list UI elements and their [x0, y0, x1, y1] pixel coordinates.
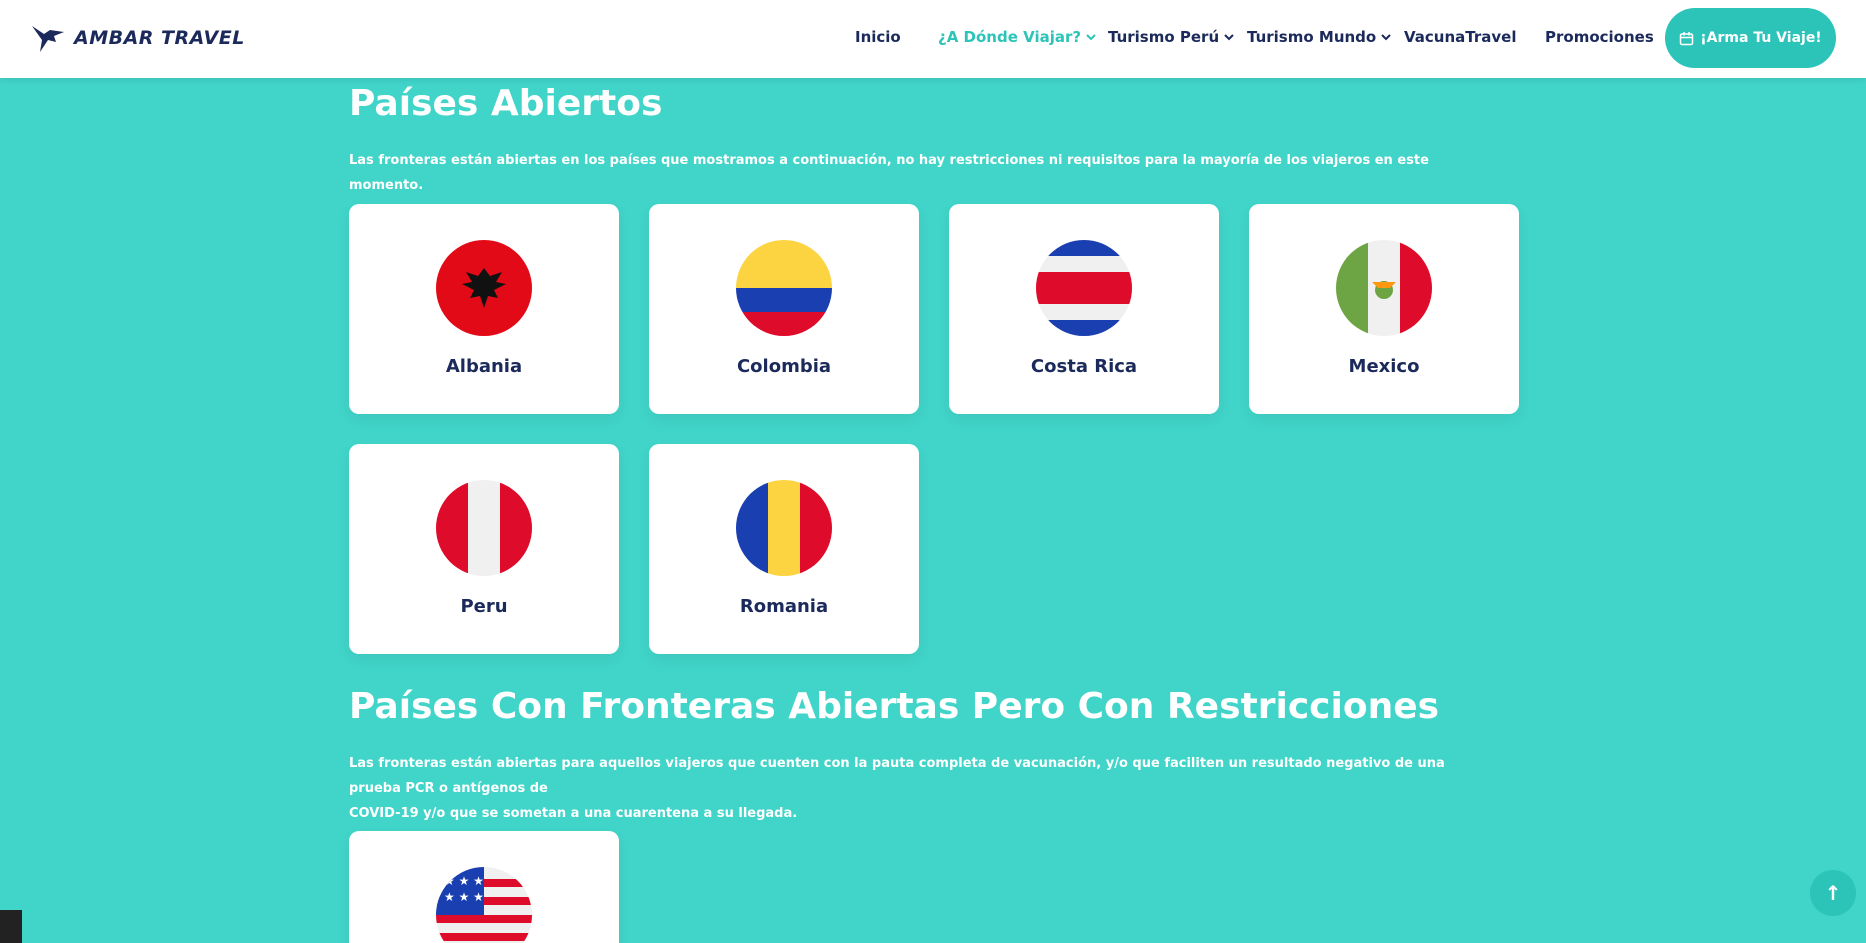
nav-item-donde-viajar[interactable]: ¿A Dónde Viajar? — [938, 28, 1096, 46]
restricted-countries-description: Las fronteras están abiertas para aquell… — [349, 751, 1499, 826]
country-name: Albania — [445, 356, 523, 377]
nav-label: ¿A Dónde Viajar? — [938, 28, 1082, 46]
nav-item-turismo-mundo[interactable]: Turismo Mundo — [1247, 28, 1391, 46]
usa-flag-icon: ★ ★ ★ ★ ★ ★ — [436, 867, 532, 943]
nav-label: Promociones — [1545, 28, 1654, 46]
svg-text:★ ★ ★: ★ ★ ★ — [444, 874, 484, 888]
colombia-flag-icon — [736, 240, 832, 336]
scroll-to-top-button[interactable]: ↑ — [1810, 870, 1856, 916]
corner-widget[interactable] — [0, 910, 22, 943]
open-countries-title: Países Abiertos — [349, 83, 663, 124]
country-name: Romania — [739, 596, 829, 617]
country-card-albania[interactable]: Albania — [349, 204, 619, 414]
country-name: Mexico — [1348, 356, 1420, 377]
country-name: Colombia — [736, 356, 832, 377]
nav-label: Inicio — [855, 28, 901, 46]
nav-label: Turismo Mundo — [1247, 28, 1377, 46]
svg-text:★ ★ ★: ★ ★ ★ — [444, 890, 484, 904]
country-card-colombia[interactable]: Colombia — [649, 204, 919, 414]
nav-label: VacunaTravel — [1404, 28, 1517, 46]
peru-flag-icon — [436, 480, 532, 576]
restricted-description-line2: COVID-19 y/o que se sometan a una cuaren… — [349, 806, 798, 821]
nav-item-vacunatravel[interactable]: VacunaTravel — [1404, 28, 1516, 46]
chevron-down-icon — [1086, 34, 1096, 41]
cta-label: ¡Arma Tu Viaje! — [1700, 30, 1822, 46]
site-header: AMBAR TRAVEL Inicio ¿A Dónde Viajar? Tur… — [0, 0, 1866, 78]
country-card-peru[interactable]: Peru — [349, 444, 619, 654]
open-countries-description: Las fronteras están abiertas en los país… — [349, 153, 1429, 193]
country-name: Peru — [460, 596, 508, 617]
main-nav: Inicio ¿A Dónde Viajar? Turismo Perú Tur… — [0, 0, 1866, 78]
mexico-flag-icon — [1336, 240, 1432, 336]
country-card-usa[interactable]: ★ ★ ★ ★ ★ ★ — [349, 831, 619, 943]
country-card-mexico[interactable]: Mexico — [1249, 204, 1519, 414]
chevron-down-icon — [1381, 34, 1391, 41]
country-card-romania[interactable]: Romania — [649, 444, 919, 654]
arma-tu-viaje-button[interactable]: ¡Arma Tu Viaje! — [1665, 8, 1836, 68]
romania-flag-icon — [736, 480, 832, 576]
albania-flag-icon — [436, 240, 532, 336]
nav-label: Turismo Perú — [1108, 28, 1220, 46]
nav-item-inicio[interactable]: Inicio — [855, 28, 901, 46]
restricted-description-line1: Las fronteras están abiertas para aquell… — [349, 756, 1445, 796]
nav-item-promociones[interactable]: Promociones — [1545, 28, 1654, 46]
arrow-up-icon: ↑ — [1824, 881, 1842, 905]
nav-item-turismo-peru[interactable]: Turismo Perú — [1108, 28, 1234, 46]
country-card-costa-rica[interactable]: Costa Rica — [949, 204, 1219, 414]
calendar-icon — [1680, 31, 1694, 45]
costa-rica-flag-icon — [1036, 240, 1132, 336]
chevron-down-icon — [1224, 34, 1234, 41]
country-name: Costa Rica — [1030, 356, 1138, 377]
restricted-countries-title: Países Con Fronteras Abiertas Pero Con R… — [349, 686, 1440, 727]
